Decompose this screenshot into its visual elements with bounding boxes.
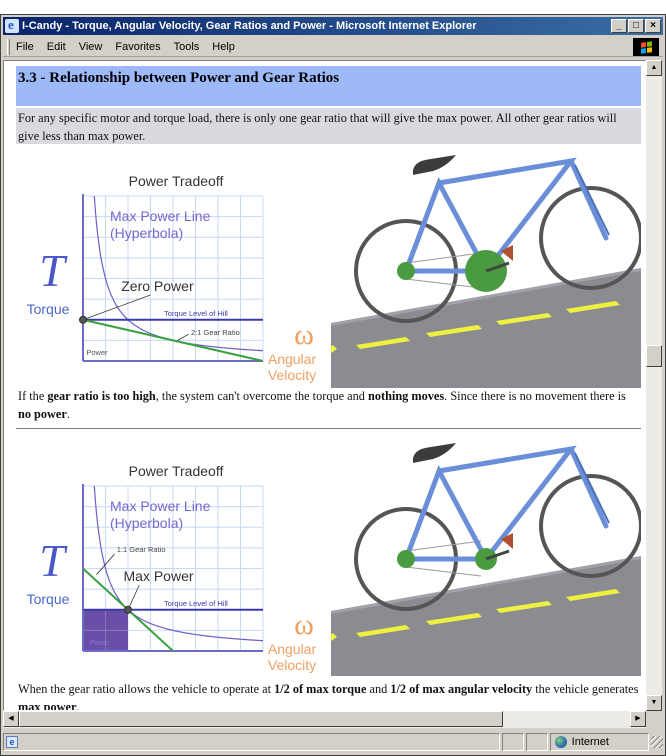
- security-zone-label: Internet: [571, 736, 609, 748]
- vertical-scrollbar[interactable]: ▲ ▼: [646, 60, 662, 711]
- menu-bar: File Edit View Favorites Tools Help: [3, 37, 663, 57]
- section-title: 3.3 - Relationship between Power and Gea…: [18, 70, 340, 86]
- toolbar-grip[interactable]: [7, 38, 10, 55]
- torque-symbol: T: [39, 245, 68, 296]
- intro-text: For any specific motor and torque load, …: [16, 108, 641, 144]
- menu-file[interactable]: File: [16, 41, 34, 53]
- status-pane-blank-1: [501, 733, 524, 751]
- section-divider: [16, 428, 641, 430]
- power-area-label: Power: [86, 348, 108, 357]
- operating-point-marker: [124, 605, 132, 614]
- status-bar: e Internet: [3, 731, 663, 753]
- security-zone-pane: Internet: [549, 733, 650, 751]
- scroll-left-button[interactable]: ◀: [3, 711, 19, 727]
- close-button[interactable]: ×: [645, 19, 661, 33]
- windows-logo-icon: [633, 38, 659, 56]
- browser-window: I-Candy - Torque, Angular Velocity, Gear…: [0, 14, 666, 756]
- chart-title: Power Tradeoff: [129, 173, 224, 189]
- power-tradeoff-chart-max-power: Power Tradeoff Power Max Power Line(Hyperb…: [27, 463, 317, 673]
- resize-grip[interactable]: [651, 736, 663, 748]
- power-area-label: Power: [90, 640, 111, 647]
- menu-favorites[interactable]: Favorites: [115, 41, 160, 53]
- y-axis-label: Torque: [27, 591, 70, 607]
- x-axis-label-line1: Angular: [268, 641, 317, 657]
- title-bar[interactable]: I-Candy - Torque, Angular Velocity, Gear…: [3, 17, 663, 35]
- menu-tools[interactable]: Tools: [174, 41, 200, 53]
- horizontal-scrollbar[interactable]: ◀ ▶: [3, 711, 646, 728]
- minimize-button[interactable]: _: [611, 19, 627, 33]
- status-pane-blank-2: [525, 733, 548, 751]
- too-high-gear-paragraph: If the gear ratio is too high, the syste…: [18, 389, 626, 421]
- operating-point-label: Zero Power: [121, 278, 194, 294]
- menu-edit[interactable]: Edit: [47, 41, 66, 53]
- max-power-paragraph: When the gear ratio allows the vehicle t…: [18, 682, 639, 711]
- maximize-button[interactable]: □: [628, 19, 644, 33]
- omega-symbol: ω: [294, 608, 314, 641]
- scroll-down-button[interactable]: ▼: [646, 695, 662, 711]
- globe-icon: [554, 736, 567, 748]
- gear-ratio-leader: [177, 333, 189, 341]
- x-axis-label-line2: Velocity: [268, 657, 316, 673]
- operating-point-marker: [79, 315, 87, 324]
- rear-sprocket: [397, 262, 415, 280]
- power-tradeoff-chart-zero-power: Power Tradeoff Power Max Power Line(Hyperb…: [27, 173, 317, 383]
- horizontal-scroll-thumb[interactable]: [19, 711, 503, 727]
- torque-level-of-hill-label: Torque Level of Hill: [164, 309, 228, 318]
- hyperbola-label-line1: Max Power Line: [110, 208, 211, 224]
- ie-logo-icon: [5, 17, 19, 33]
- section-header: 3.3 - Relationship between Power and Gea…: [16, 66, 641, 106]
- status-text-pane: e: [3, 733, 500, 751]
- torque-level-of-hill-label: Torque Level of Hill: [164, 599, 228, 608]
- omega-symbol: ω: [294, 318, 314, 351]
- page-content: 3.3 - Relationship between Power and Gea…: [3, 60, 646, 711]
- gear-ratio-label: 1:1 Gear Ratio: [117, 545, 166, 554]
- torque-symbol: T: [39, 535, 68, 586]
- chart-title: Power Tradeoff: [129, 463, 224, 479]
- vertical-scroll-thumb[interactable]: [646, 344, 662, 367]
- menu-help[interactable]: Help: [212, 41, 235, 53]
- x-axis-label-line2: Velocity: [268, 367, 316, 383]
- operating-point-label: Max Power: [124, 568, 194, 584]
- bicycle-on-hill-illustration-small-gear: [331, 441, 641, 676]
- y-axis-label: Torque: [27, 301, 70, 317]
- gear-ratio-label: 2:1 Gear Ratio: [191, 328, 240, 337]
- hyperbola-label-line1: Max Power Line: [110, 498, 211, 514]
- bicycle-on-hill-illustration-large-gear: [331, 153, 641, 388]
- x-axis-label-line1: Angular: [268, 351, 317, 367]
- rear-sprocket: [397, 550, 415, 568]
- hyperbola-label-line2: (Hyperbola): [110, 225, 183, 241]
- page-status-icon: e: [6, 736, 18, 748]
- window-title: I-Candy - Torque, Angular Velocity, Gear…: [22, 20, 477, 32]
- hyperbola-label-line2: (Hyperbola): [110, 515, 183, 531]
- scroll-right-button[interactable]: ▶: [630, 711, 646, 727]
- menu-view[interactable]: View: [79, 41, 103, 53]
- scroll-up-button[interactable]: ▲: [646, 60, 662, 76]
